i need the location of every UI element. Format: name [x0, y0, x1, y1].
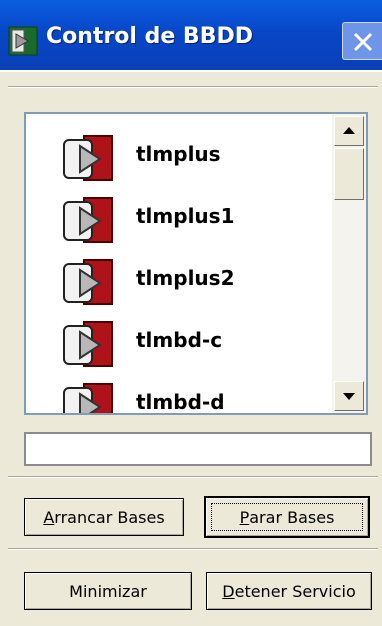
- arrow-down-icon: [343, 393, 355, 400]
- separator-middle: [8, 476, 378, 478]
- database-service-icon: [60, 196, 116, 244]
- app-window: Control de BBDD tlmplus tlmplus1 tlmplus2 t…: [0, 0, 382, 626]
- minimize-button[interactable]: Minimizar: [24, 572, 192, 610]
- close-icon: [353, 32, 373, 52]
- minimize-label: Minimizar: [69, 581, 147, 601]
- list-item-label: tlmplus1: [136, 204, 235, 228]
- frame-edge: [0, 70, 382, 72]
- database-service-icon: [60, 382, 116, 413]
- list-item-label: tlmplus2: [136, 266, 235, 290]
- list-item-label: tlmbd-d: [136, 390, 225, 414]
- database-service-icon: [60, 258, 116, 306]
- close-button[interactable]: [342, 22, 382, 60]
- list-item-label: tlmbd-c: [136, 328, 223, 352]
- arrow-up-icon: [343, 127, 355, 134]
- start-label: rrancar Bases: [54, 507, 165, 527]
- scroll-thumb[interactable]: [334, 148, 364, 200]
- separator-bottom: [8, 548, 378, 550]
- stop-service-button[interactable]: Detener Servicio: [206, 572, 372, 610]
- scroll-down-button[interactable]: [334, 381, 364, 411]
- database-service-icon: [60, 134, 116, 182]
- start-accel-key: A: [43, 507, 55, 527]
- stop-service-label: etener Servicio: [234, 581, 356, 601]
- focus-indicator: [211, 503, 363, 531]
- stop-databases-button[interactable]: Parar Bases: [204, 496, 370, 538]
- window-title: Control de BBDD: [46, 24, 253, 49]
- database-list[interactable]: tlmplus tlmplus1 tlmplus2 tlmbd-c tlmbd-d: [24, 112, 368, 415]
- status-field[interactable]: [24, 432, 372, 466]
- db-control-app-icon: [8, 26, 38, 56]
- separator-top: [8, 86, 378, 88]
- vertical-scrollbar[interactable]: [332, 114, 366, 413]
- title-bar[interactable]: Control de BBDD: [0, 0, 382, 70]
- scroll-up-button[interactable]: [334, 116, 364, 146]
- start-databases-button[interactable]: Arrancar Bases: [24, 498, 184, 536]
- list-item-label: tlmplus: [136, 142, 221, 166]
- database-service-icon: [60, 320, 116, 368]
- stop-service-accel-key: D: [222, 581, 235, 601]
